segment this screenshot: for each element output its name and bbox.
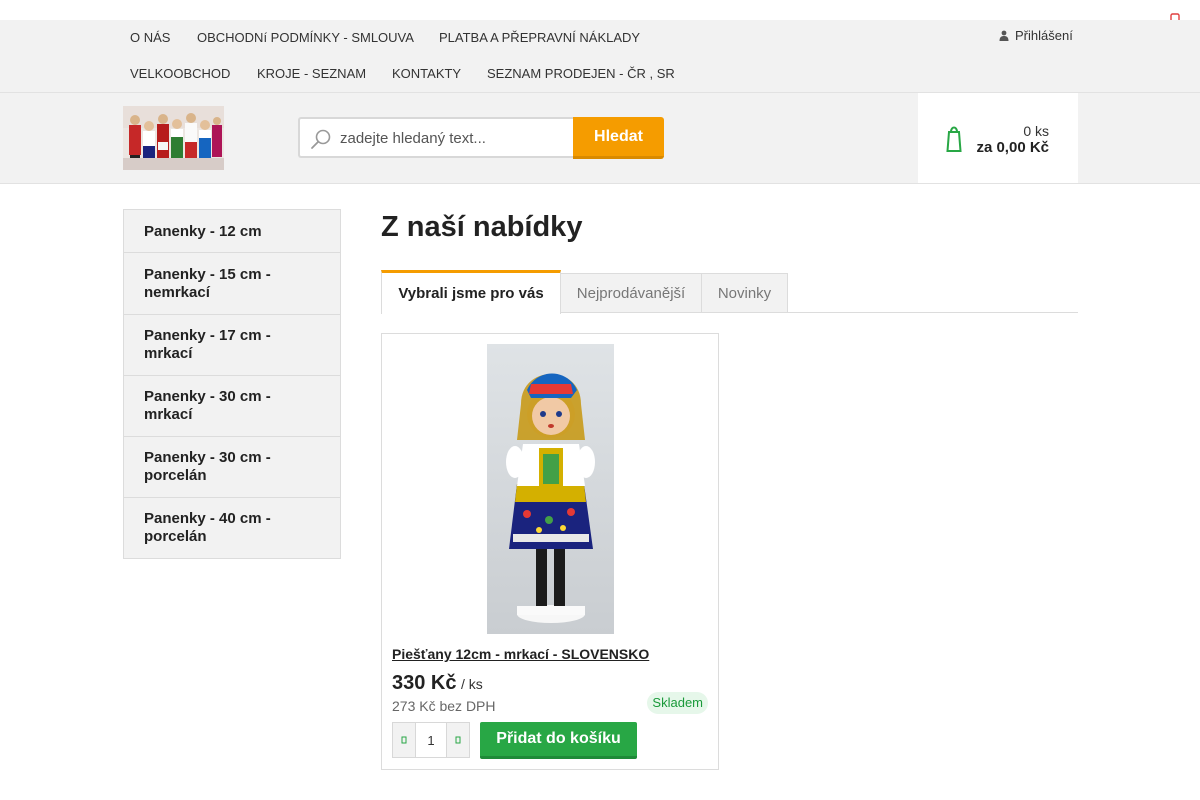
login-link[interactable]: Přihlášení (999, 28, 1073, 43)
sidebar-item-panenky-17-mrkaci[interactable]: Panenky - 17 cm - mrkací (124, 314, 340, 375)
nav-link-kontakty[interactable]: KONTAKTY (392, 66, 461, 81)
stock-badge: Skladem (647, 692, 708, 714)
page-title: Z naší nabídky (381, 211, 583, 243)
sidebar-item-panenky-40-porcelan[interactable]: Panenky - 40 cm - porcelán (124, 497, 340, 558)
price-value: 330 Kč (392, 672, 457, 694)
sidebar-item-panenky-30-porcelan[interactable]: Panenky - 30 cm - porcelán (124, 436, 340, 497)
nav-link-seznam-prodejen[interactable]: SEZNAM PRODEJEN - ČR , SR (487, 66, 675, 81)
cart-widget[interactable]: 0 ks za 0,00 Kč (918, 93, 1078, 183)
tab-novinky[interactable]: Novinky (701, 273, 788, 313)
search-button[interactable]: Hledat (573, 117, 664, 159)
sidebar-item-panenky-15-nemrkaci[interactable]: Panenky - 15 cm - nemrkací (124, 252, 340, 314)
search-input[interactable] (340, 128, 566, 148)
product-name-link[interactable]: Piešťany 12cm - mrkací - SLOVENSKO (392, 646, 649, 662)
quantity-decrease-button[interactable] (393, 723, 415, 757)
search-icon (311, 129, 331, 149)
product-image[interactable] (487, 344, 614, 634)
tab-vybrali-jsme[interactable]: Vybrali jsme pro vás (381, 270, 561, 314)
nav-link-kroje-seznam[interactable]: KROJE - SEZNAM (257, 66, 366, 81)
top-navigation: O NÁS OBCHODNí PODMÍNKY - SMLOUVA PLATBA… (0, 20, 1200, 93)
cart-total: za 0,00 Kč (976, 139, 1049, 156)
cart-icon (946, 126, 962, 152)
product-tabs: Vybrali jsme pro vás Nejprodávanější Nov… (381, 270, 1078, 314)
price-unit: / ks (460, 676, 483, 692)
top-strip (0, 0, 1200, 25)
sidebar-item-panenky-30-mrkaci[interactable]: Panenky - 30 cm - mrkací (124, 375, 340, 436)
login-label: Přihlášení (1015, 28, 1073, 43)
plus-icon (455, 736, 461, 744)
nav-link-velkoobchod[interactable]: VELKOOBCHOD (130, 66, 230, 81)
quantity-input[interactable] (415, 723, 447, 757)
dolls-logo[interactable] (123, 106, 224, 170)
category-sidebar: Panenky - 12 cm Panenky - 15 cm - nemrka… (123, 209, 341, 559)
quantity-increase-button[interactable] (447, 723, 469, 757)
header: Hledat 0 ks za 0,00 Kč (0, 93, 1200, 184)
quantity-stepper (392, 722, 470, 758)
sidebar-item-panenky-12[interactable]: Panenky - 12 cm (124, 210, 340, 252)
product-card: Piešťany 12cm - mrkací - SLOVENSKO 330 K… (381, 333, 719, 770)
search-box (298, 117, 574, 158)
user-icon (999, 30, 1009, 41)
price-without-vat: 273 Kč bez DPH (392, 698, 496, 714)
nav-link-o-nas[interactable]: O NÁS (130, 30, 170, 45)
nav-link-platba[interactable]: PLATBA A PŘEPRAVNÍ NÁKLADY (439, 30, 640, 45)
cart-count: 0 ks (1023, 123, 1049, 139)
nav-link-obchodni-podminky[interactable]: OBCHODNí PODMÍNKY - SMLOUVA (197, 30, 414, 45)
tab-nejprodavanejsi[interactable]: Nejprodávanější (560, 273, 702, 313)
minus-icon (401, 736, 407, 744)
product-price: 330 Kč / ks (392, 672, 483, 695)
add-to-cart-button[interactable]: Přidat do košíku (480, 722, 637, 759)
